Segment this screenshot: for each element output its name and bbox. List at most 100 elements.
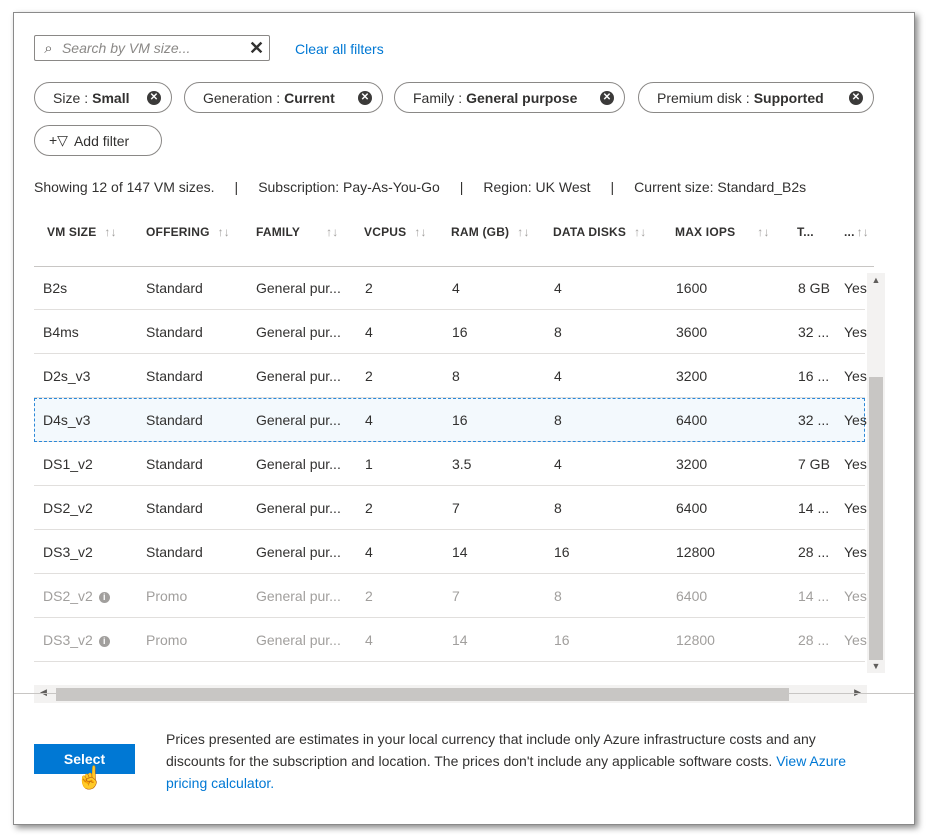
cell-iops: 1600 (676, 280, 708, 296)
cell-size: DS2_v2 i (43, 588, 110, 604)
cell-disks: 8 (554, 324, 562, 340)
column-header-offering[interactable]: OFFERING ↑↓ (146, 225, 230, 239)
remove-filter-icon[interactable]: ✕ (600, 90, 614, 105)
cell-size: D4s_v3 (43, 412, 91, 428)
scroll-down-icon[interactable]: ▼ (867, 661, 885, 671)
table-row[interactable]: B2s Standard General pur... 2 4 4 1600 8 GB Yes (34, 266, 867, 310)
column-header-max-iops[interactable]: MAX IOPS ↑↓ (675, 225, 770, 239)
sort-icon[interactable]: ↑↓ (634, 225, 646, 239)
table-row[interactable]: DS3_v2 i Promo General pur... 4 14 16 12800 28 .… (34, 618, 867, 662)
search-box[interactable]: ⌕ ✕ (34, 35, 270, 61)
footer-divider (14, 693, 914, 694)
sort-icon[interactable]: ↑↓ (757, 225, 769, 239)
cell-temp: 32 ... (798, 412, 830, 428)
cell-family: General pur... (256, 588, 341, 604)
table-row[interactable]: DS2_v2 i Promo General pur... 2 7 8 6400 14 ... Y… (34, 574, 867, 618)
table-row[interactable]: DS3_v2 Standard General pur... 4 14 16 12800 28… (34, 530, 867, 574)
cell-size: DS1_v2 (43, 456, 93, 472)
horizontal-scroll-thumb[interactable] (56, 688, 789, 701)
filter-value: Small (92, 89, 130, 106)
cell-vcpus: 4 (365, 632, 373, 648)
cell-temp: 8 GB (798, 280, 830, 296)
cell-iops: 6400 (676, 412, 708, 428)
cell-iops: 12800 (676, 544, 715, 560)
table-row[interactable]: B4ms Standard General pur... 4 16 8 3600 32 ...… (34, 310, 867, 354)
cell-temp: 14 ... (798, 588, 830, 604)
table-row[interactable]: DS1_v2 Standard General pur... 1 3.5 4 3200 7 G… (34, 442, 867, 486)
cell-disks: 8 (554, 588, 562, 604)
cell-ram: 4 (452, 280, 460, 296)
current-size-info: Current size: Standard_B2s (634, 179, 807, 195)
sort-icon[interactable]: ↑↓ (517, 225, 529, 239)
column-header-premium-disk[interactable]: ... ↑↓ (844, 225, 869, 239)
table-row[interactable]: D2s_v3 Standard General pur... 2 8 4 3200 16 ..… (34, 354, 867, 398)
showing-count: Showing 12 of 147 VM sizes. (34, 179, 215, 195)
cell-premium: Yes (844, 324, 867, 340)
sort-icon[interactable]: ↑↓ (326, 225, 338, 239)
table-row[interactable]: D4s_v3 Standard General pur... 4 16 8 6400 32 .… (34, 398, 867, 442)
sort-icon[interactable]: ↑↓ (218, 225, 230, 239)
cell-size: D2s_v3 (43, 368, 91, 384)
add-filter-button[interactable]: +▽ Add filter (34, 125, 162, 156)
column-header-family[interactable]: FAMILY ↑↓ (256, 225, 339, 239)
cell-vcpus: 4 (365, 324, 373, 340)
cell-offering: Promo (146, 588, 188, 604)
cell-offering: Standard (146, 324, 203, 340)
cell-iops: 3200 (676, 456, 708, 472)
vm-size-picker-panel: ⌕ ✕ Clear all filters Size:Small ✕ Gener… (13, 12, 915, 825)
cell-vcpus: 4 (365, 412, 373, 428)
cell-vcpus: 1 (365, 456, 373, 472)
cell-premium: Yes (844, 456, 867, 472)
filter-pill-generation[interactable]: Generation: Current ✕ (184, 82, 383, 113)
table-row[interactable]: DS2_v2 Standard General pur... 2 7 8 6400 14 ..… (34, 486, 867, 530)
cell-ram: 14 (452, 544, 468, 560)
cell-size: B4ms (43, 324, 79, 340)
cell-size: DS3_v2 i (43, 632, 110, 648)
horizontal-scrollbar[interactable]: ◀ ▶ (34, 685, 867, 703)
cell-disks: 16 (554, 544, 570, 560)
cell-family: General pur... (256, 324, 341, 340)
remove-filter-icon[interactable]: ✕ (147, 90, 161, 105)
vm-size-table: VM SIZE ↑↓ OFFERING ↑↓ FAMILY ↑↓ VCPUS ↑↓ RA… (34, 203, 885, 703)
vertical-scrollbar[interactable]: ▲ ▼ (867, 273, 885, 673)
column-header-vm-size[interactable]: VM SIZE ↑↓ (47, 225, 117, 239)
remove-filter-icon[interactable]: ✕ (358, 90, 372, 105)
filter-key: Generation (203, 89, 273, 106)
clear-search-icon[interactable]: ✕ (244, 38, 269, 59)
cell-temp: 14 ... (798, 500, 830, 516)
cell-offering: Promo (146, 632, 188, 648)
scroll-up-icon[interactable]: ▲ (867, 275, 885, 285)
cell-ram: 8 (452, 368, 460, 384)
column-header-temp-storage[interactable]: T... (797, 225, 814, 239)
cell-premium: Yes (844, 544, 867, 560)
price-note: Prices presented are estimates in your l… (166, 728, 876, 794)
sort-icon[interactable]: ↑↓ (857, 225, 869, 239)
sort-icon[interactable]: ↑↓ (414, 225, 426, 239)
search-input[interactable] (61, 37, 244, 59)
sort-icon[interactable]: ↑↓ (104, 225, 116, 239)
cell-family: General pur... (256, 280, 341, 296)
cell-iops: 3600 (676, 324, 708, 340)
clear-all-filters-link[interactable]: Clear all filters (295, 41, 384, 57)
cell-iops: 6400 (676, 588, 708, 604)
cell-ram: 16 (452, 324, 468, 340)
vertical-scroll-thumb[interactable] (869, 377, 883, 660)
column-header-vcpus[interactable]: VCPUS ↑↓ (364, 225, 427, 239)
cell-temp: 16 ... (798, 368, 830, 384)
filter-pill-family[interactable]: Family: General purpose ✕ (394, 82, 625, 113)
cell-vcpus: 2 (365, 368, 373, 384)
filter-pill-size[interactable]: Size: Small ✕ (34, 82, 172, 113)
column-header-data-disks[interactable]: DATA DISKS ↑↓ (553, 225, 647, 239)
cell-temp: 28 ... (798, 632, 830, 648)
remove-filter-icon[interactable]: ✕ (849, 90, 863, 105)
filter-pill-premium-disk[interactable]: Premium disk: Supported ✕ (638, 82, 874, 113)
cell-ram: 14 (452, 632, 468, 648)
cell-vcpus: 4 (365, 544, 373, 560)
cell-vcpus: 2 (365, 588, 373, 604)
cell-offering: Standard (146, 544, 203, 560)
search-icon: ⌕ (44, 39, 53, 57)
info-icon[interactable]: i (98, 636, 110, 647)
filter-key: Premium disk (657, 89, 742, 106)
column-header-ram[interactable]: RAM (GB) ↑↓ (451, 225, 530, 239)
info-icon[interactable]: i (98, 592, 110, 603)
